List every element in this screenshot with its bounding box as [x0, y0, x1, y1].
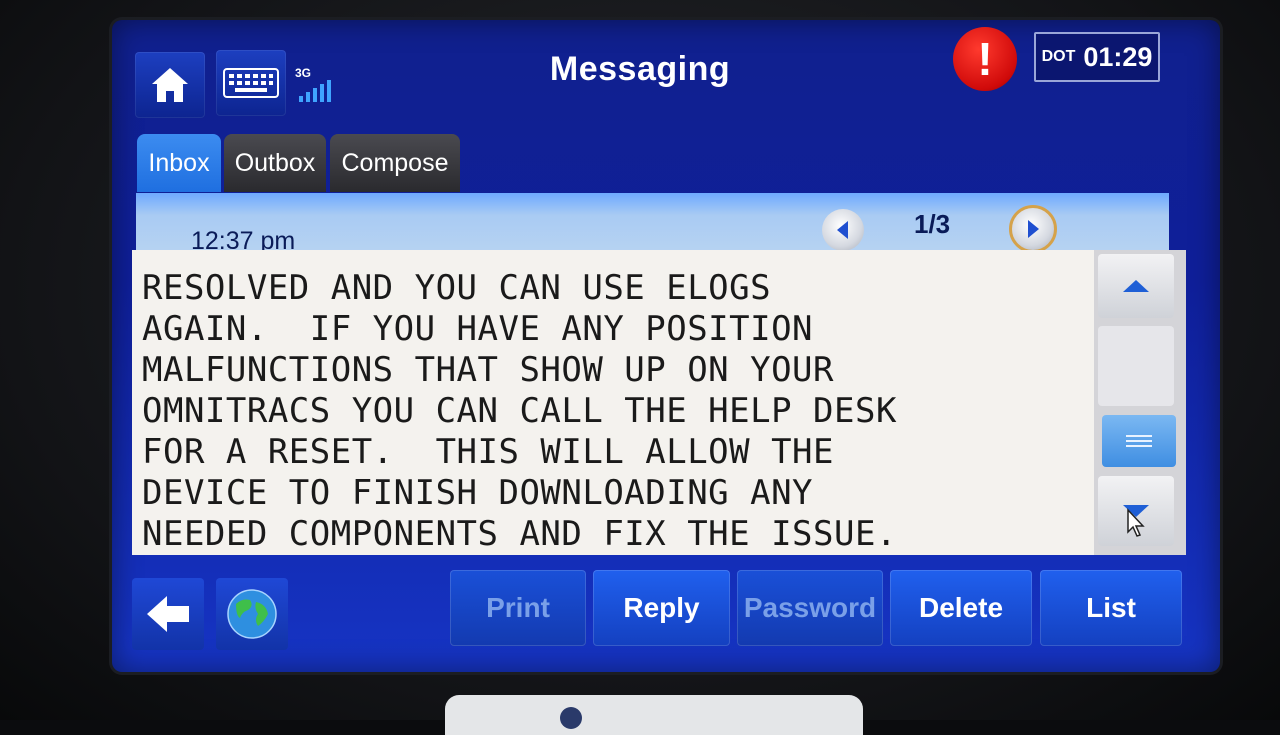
device-chin — [445, 695, 863, 735]
message-line: MALFUNCTIONS THAT SHOW UP ON YOUR — [142, 350, 835, 390]
list-button[interactable]: List — [1040, 570, 1182, 646]
password-button[interactable]: Password — [737, 570, 883, 646]
arrow-left-icon — [837, 221, 848, 239]
grip-icon — [1126, 435, 1152, 447]
home-icon — [152, 68, 188, 102]
mouse-cursor-icon — [1127, 508, 1145, 537]
page-indicator: 1/3 — [914, 209, 951, 239]
previous-page-button[interactable] — [822, 209, 864, 251]
message-line: AGAIN. IF YOU HAVE ANY POSITION — [142, 309, 814, 349]
delete-button[interactable]: Delete — [890, 570, 1032, 646]
message-line: NEEDED COMPONENTS AND FIX THE ISSUE. — [142, 514, 897, 554]
home-button[interactable] — [135, 52, 205, 118]
keyboard-button[interactable] — [216, 50, 286, 116]
arrow-back-icon — [147, 596, 189, 632]
clock-time: 01:29 — [1083, 41, 1153, 72]
message-text: RESOLVED AND YOU CAN USE ELOGS AGAIN. IF … — [142, 268, 1082, 555]
chin-logo — [560, 707, 582, 729]
globe-button[interactable] — [216, 578, 288, 650]
clock-prefix: DOT — [1041, 48, 1076, 65]
print-button[interactable]: Print — [450, 570, 586, 646]
duty-clock[interactable]: DOT 01:29 — [1034, 32, 1160, 82]
message-line: DEVICE TO FINISH DOWNLOADING ANY — [142, 473, 814, 513]
keyboard-icon — [223, 68, 279, 98]
page-title: Messaging — [549, 50, 731, 88]
back-button[interactable] — [132, 578, 204, 650]
tab-outbox[interactable]: Outbox — [224, 134, 326, 192]
message-scrollbar[interactable] — [1094, 250, 1186, 555]
tab-compose[interactable]: Compose — [330, 134, 460, 192]
alert-icon: ! — [977, 33, 993, 85]
globe-icon — [227, 589, 277, 639]
reply-button[interactable]: Reply — [593, 570, 730, 646]
scroll-thumb[interactable] — [1102, 415, 1176, 467]
triangle-up-icon — [1123, 280, 1149, 292]
signal-bars-icon — [299, 80, 331, 102]
tab-inbox[interactable]: Inbox — [137, 134, 221, 192]
message-body: RESOLVED AND YOU CAN USE ELOGS AGAIN. IF … — [132, 250, 1094, 555]
message-line: OMNITRACS YOU CAN CALL THE HELP DESK — [142, 391, 897, 431]
arrow-right-icon — [1028, 220, 1039, 238]
scroll-track[interactable] — [1098, 326, 1174, 406]
alert-button[interactable]: ! — [953, 27, 1017, 91]
message-line: FOR A RESET. THIS WILL ALLOW THE — [142, 432, 835, 472]
message-line: RESOLVED AND YOU CAN USE ELOGS — [142, 268, 772, 308]
next-page-button[interactable] — [1009, 205, 1057, 253]
scroll-up-button[interactable] — [1098, 254, 1174, 318]
network-signal: 3G — [295, 66, 339, 106]
